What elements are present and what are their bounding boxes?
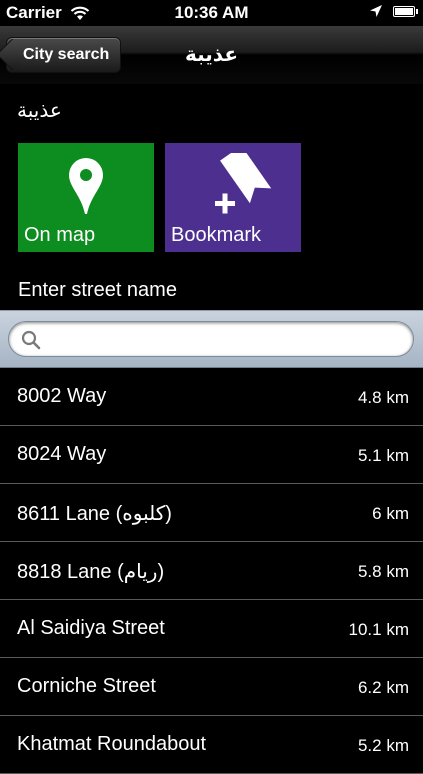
street-name: 8024 Way — [17, 443, 107, 465]
street-prompt: Enter street name — [18, 279, 177, 301]
bookmark-add-icon — [215, 153, 272, 214]
street-row[interactable]: 8611 Lane (كلبوه) 6 km — [0, 484, 423, 542]
status-time: 10:36 AM — [174, 3, 249, 22]
street-row[interactable]: 8002 Way 4.8 km — [0, 368, 423, 426]
street-name: Khatmat Roundabout — [17, 733, 207, 755]
street-row[interactable]: Al Saidiya Street 10.1 km — [0, 600, 423, 658]
bookmark-tile[interactable]: Bookmark — [165, 143, 301, 252]
bookmark-label: Bookmark — [171, 224, 262, 246]
search-input[interactable] — [47, 328, 401, 352]
navigation-bar: City search عذيبة — [0, 26, 423, 85]
search-field[interactable] — [8, 321, 414, 357]
street-name: 8002 Way — [17, 385, 107, 407]
battery-icon — [393, 5, 418, 17]
status-bar: Carrier 10:36 AM — [0, 0, 423, 26]
search-icon — [21, 330, 41, 350]
street-row[interactable]: 8818 Lane (ريام) 5.8 km — [0, 542, 423, 600]
street-distance: 5.8 km — [357, 562, 409, 581]
street-distance: 6 km — [372, 504, 409, 523]
street-row[interactable]: 8024 Way 5.1 km — [0, 426, 423, 484]
street-name: Corniche Street — [17, 675, 156, 697]
back-button-label: City search — [23, 46, 110, 63]
street-distance: 4.8 km — [357, 388, 409, 407]
location-arrow-icon — [370, 5, 382, 17]
city-name-heading: عذيبة — [17, 100, 62, 122]
street-list: 8002 Way 4.8 km 8024 Way 5.1 km 8611 Lan… — [0, 368, 423, 774]
street-distance: 5.2 km — [357, 736, 409, 755]
street-name: 8818 Lane (ريام) — [17, 561, 165, 583]
street-name: Al Saidiya Street — [17, 617, 165, 639]
street-row[interactable]: Khatmat Roundabout 5.2 km — [0, 716, 423, 774]
street-distance: 5.1 km — [357, 446, 409, 465]
on-map-tile[interactable]: On map — [18, 143, 154, 252]
on-map-label: On map — [24, 224, 96, 246]
street-name: 8611 Lane (كلبوه) — [17, 503, 172, 525]
street-distance: 10.1 km — [348, 620, 409, 639]
street-row[interactable]: Corniche Street 6.2 km — [0, 658, 423, 716]
map-pin-icon — [69, 158, 103, 214]
status-right — [369, 4, 418, 18]
search-bar — [0, 310, 423, 368]
street-distance: 6.2 km — [357, 678, 409, 697]
